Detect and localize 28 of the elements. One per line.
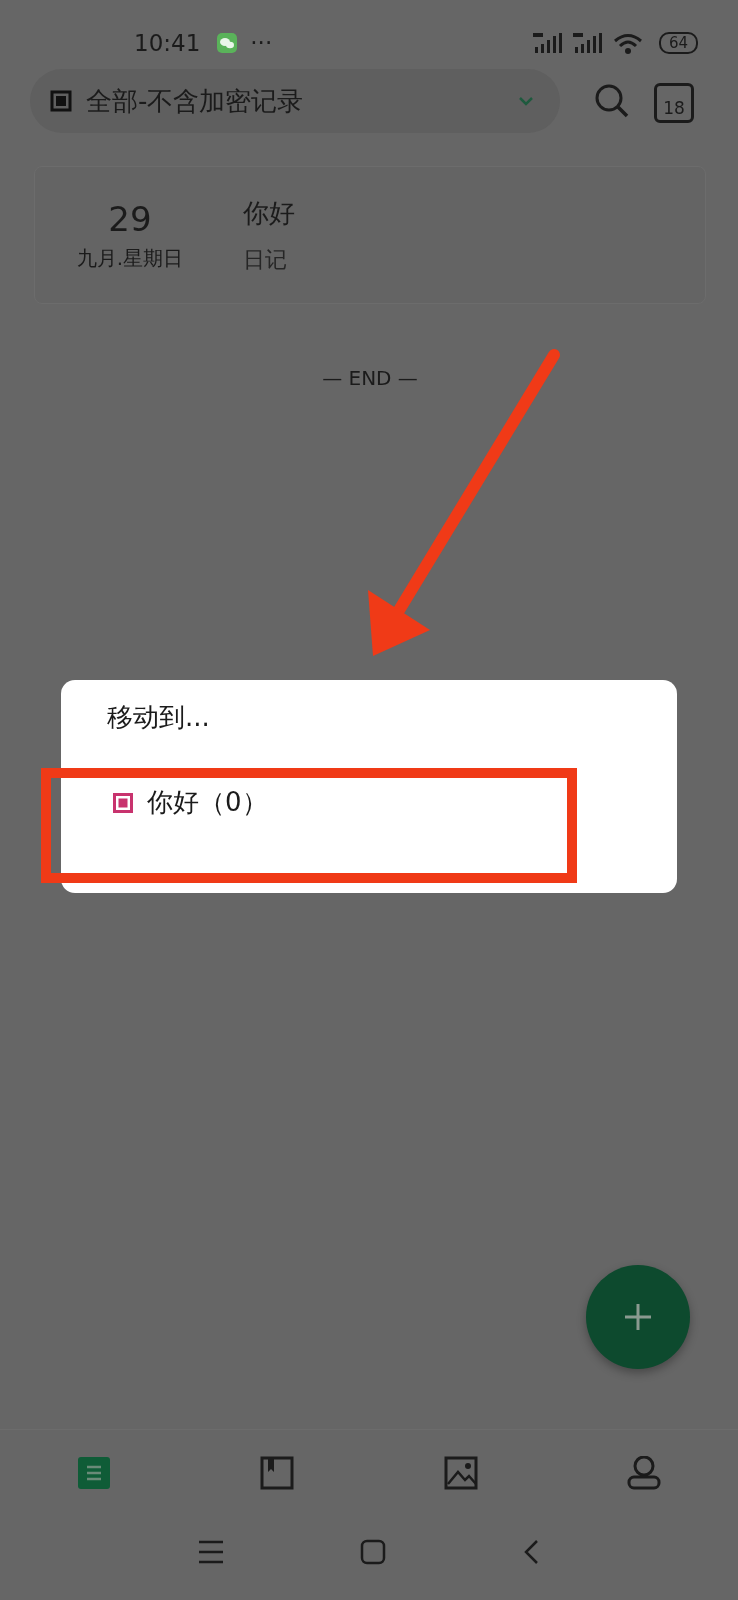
- book-icon: [260, 1456, 295, 1490]
- plus-icon: [625, 1304, 651, 1330]
- search-icon[interactable]: [594, 83, 630, 119]
- list-icon: [76, 1456, 111, 1490]
- filter-dropdown[interactable]: 全部-不含加密记录: [30, 69, 560, 133]
- home-icon[interactable]: [360, 1539, 386, 1565]
- chat-app-icon: [216, 32, 239, 54]
- menu-icon[interactable]: [198, 1540, 223, 1564]
- folder-option[interactable]: 你好（0）: [113, 785, 268, 820]
- image-icon: [443, 1456, 478, 1490]
- end-label: — END —: [322, 366, 418, 390]
- back-icon[interactable]: [523, 1539, 540, 1565]
- clock-time: 10:41: [134, 30, 201, 56]
- dialog-title: 移动到...: [107, 701, 211, 734]
- battery-level: 64: [658, 32, 698, 54]
- signal-icon: [532, 33, 563, 53]
- entry-title: 你好: [243, 196, 295, 230]
- diary-entry-card[interactable]: 29 九月.星期日 你好 日记: [34, 166, 706, 304]
- person-icon: [627, 1456, 662, 1490]
- wifi-icon: [612, 32, 643, 54]
- entry-category: 日记: [243, 245, 288, 274]
- calendar-button[interactable]: 18: [654, 83, 694, 123]
- square-icon: [50, 90, 72, 112]
- signal-icon: [572, 33, 603, 53]
- entry-day: 29: [35, 198, 225, 239]
- chevron-down-icon: [518, 95, 534, 107]
- entry-date: 九月.星期日: [75, 244, 185, 272]
- more-dots: ···: [250, 30, 273, 56]
